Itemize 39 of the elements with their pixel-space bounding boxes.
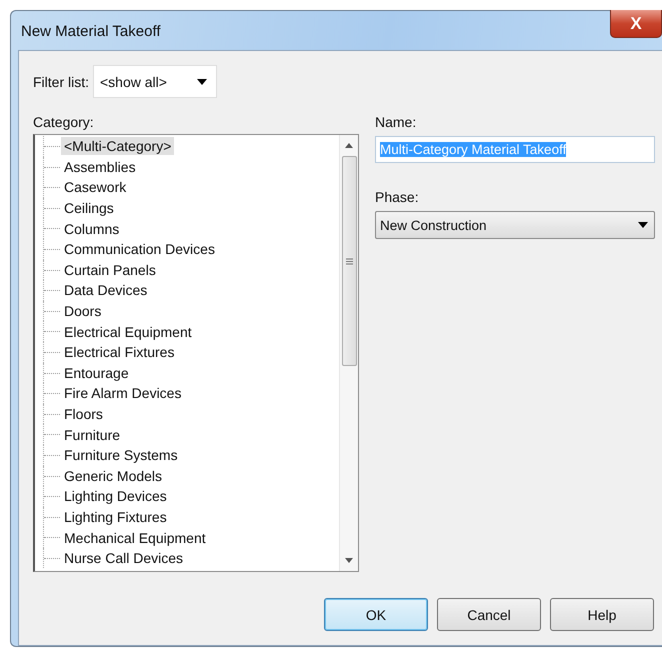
- scroll-down-icon[interactable]: [345, 558, 353, 563]
- category-item[interactable]: Lighting Fixtures: [61, 508, 170, 526]
- category-item[interactable]: Electrical Fixtures: [61, 343, 178, 362]
- window-title: New Material Takeoff: [21, 23, 161, 40]
- dialog-button[interactable]: Cancel: [437, 598, 541, 631]
- dropdown-arrow-icon: [638, 222, 648, 228]
- category-item[interactable]: Casework: [61, 178, 130, 196]
- phase-label: Phase:: [375, 189, 420, 205]
- category-item[interactable]: Assemblies: [61, 158, 139, 176]
- category-item[interactable]: Electrical Equipment: [61, 322, 195, 341]
- dropdown-arrow-icon: [197, 78, 207, 84]
- category-item[interactable]: Entourage: [61, 364, 132, 382]
- category-item[interactable]: Fire Alarm Devices: [61, 384, 184, 402]
- category-item[interactable]: Generic Models: [61, 466, 166, 485]
- category-item[interactable]: Doors: [61, 302, 104, 320]
- phase-dropdown[interactable]: New Construction: [375, 211, 655, 239]
- category-item[interactable]: Data Devices: [61, 281, 150, 300]
- category-item[interactable]: Floors: [61, 405, 106, 424]
- name-label: Name:: [375, 114, 418, 130]
- category-item[interactable]: Ceilings: [61, 199, 117, 218]
- dialog-button[interactable]: OK: [324, 598, 428, 631]
- scrollbar-thumb[interactable]: [342, 156, 356, 366]
- category-item[interactable]: Nurse Call Devices: [61, 549, 186, 568]
- category-item[interactable]: Curtain Panels: [61, 260, 159, 279]
- dialog-button[interactable]: Help: [550, 598, 654, 631]
- category-item[interactable]: Lighting Devices: [61, 487, 170, 506]
- close-button[interactable]: X: [610, 10, 662, 38]
- category-item[interactable]: <Multi-Category>: [61, 137, 174, 156]
- category-item[interactable]: Communication Devices: [61, 240, 218, 258]
- grip-icon: [346, 258, 352, 264]
- scrollbar[interactable]: [339, 135, 358, 571]
- category-item[interactable]: Mechanical Equipment: [61, 528, 209, 547]
- filter-label: Filter list:: [33, 74, 89, 90]
- category-item[interactable]: Furniture Systems: [61, 446, 181, 464]
- filter-dropdown[interactable]: <show all>: [93, 65, 217, 98]
- category-label: Category:: [33, 114, 95, 130]
- scroll-up-icon[interactable]: [345, 143, 353, 148]
- category-item[interactable]: Columns: [61, 220, 122, 238]
- category-item[interactable]: Furniture: [61, 426, 124, 444]
